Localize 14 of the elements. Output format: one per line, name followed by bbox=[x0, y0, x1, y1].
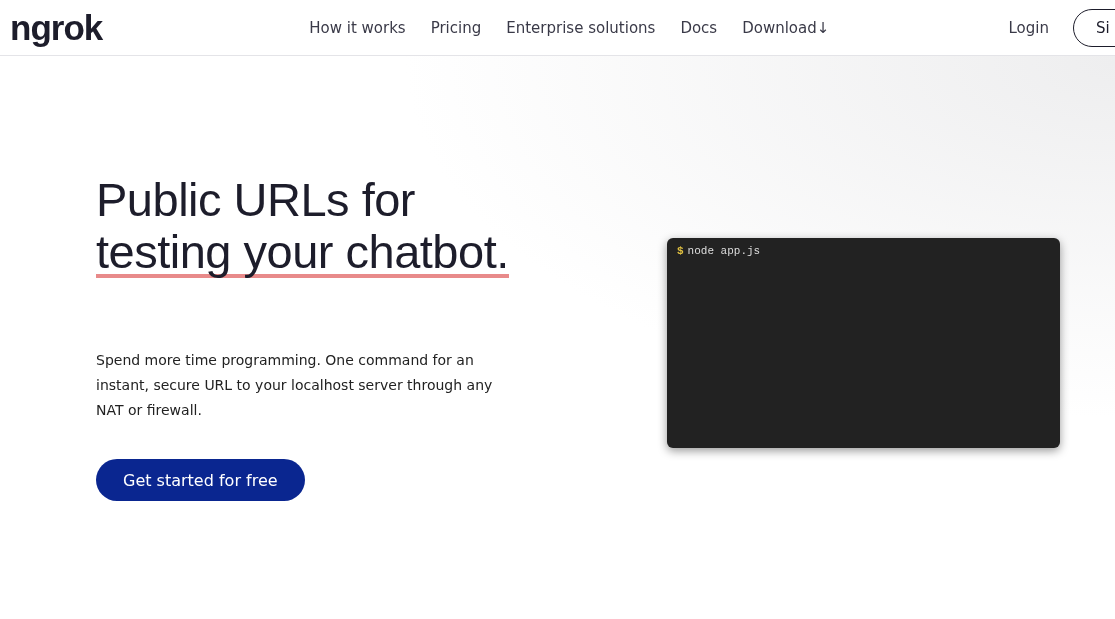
hero-title-highlight: testing your chatbot. bbox=[96, 230, 509, 278]
nav-link[interactable]: Docs bbox=[680, 18, 718, 37]
prompt-symbol: $ bbox=[677, 245, 684, 257]
logo[interactable]: ngrok bbox=[10, 10, 103, 45]
nav-link[interactable]: Pricing bbox=[430, 18, 482, 37]
hero-description: Spend more time programming. One command for an instant, secure URL to your localhost server through any NAT or firewall. bbox=[96, 351, 494, 420]
nav-link[interactable]: Enterprise solutions bbox=[506, 18, 656, 37]
terminal-command: node app.js bbox=[687, 245, 761, 257]
hero-title: Public URLs for bbox=[96, 173, 415, 226]
login-link[interactable]: Login bbox=[1008, 18, 1049, 37]
signup-button[interactable]: Si bbox=[1073, 8, 1115, 47]
get-started-button[interactable]: Get started for free bbox=[96, 459, 305, 501]
nav-link[interactable]: Download↓ bbox=[742, 18, 830, 37]
nav-link[interactable]: How it works bbox=[309, 18, 406, 37]
